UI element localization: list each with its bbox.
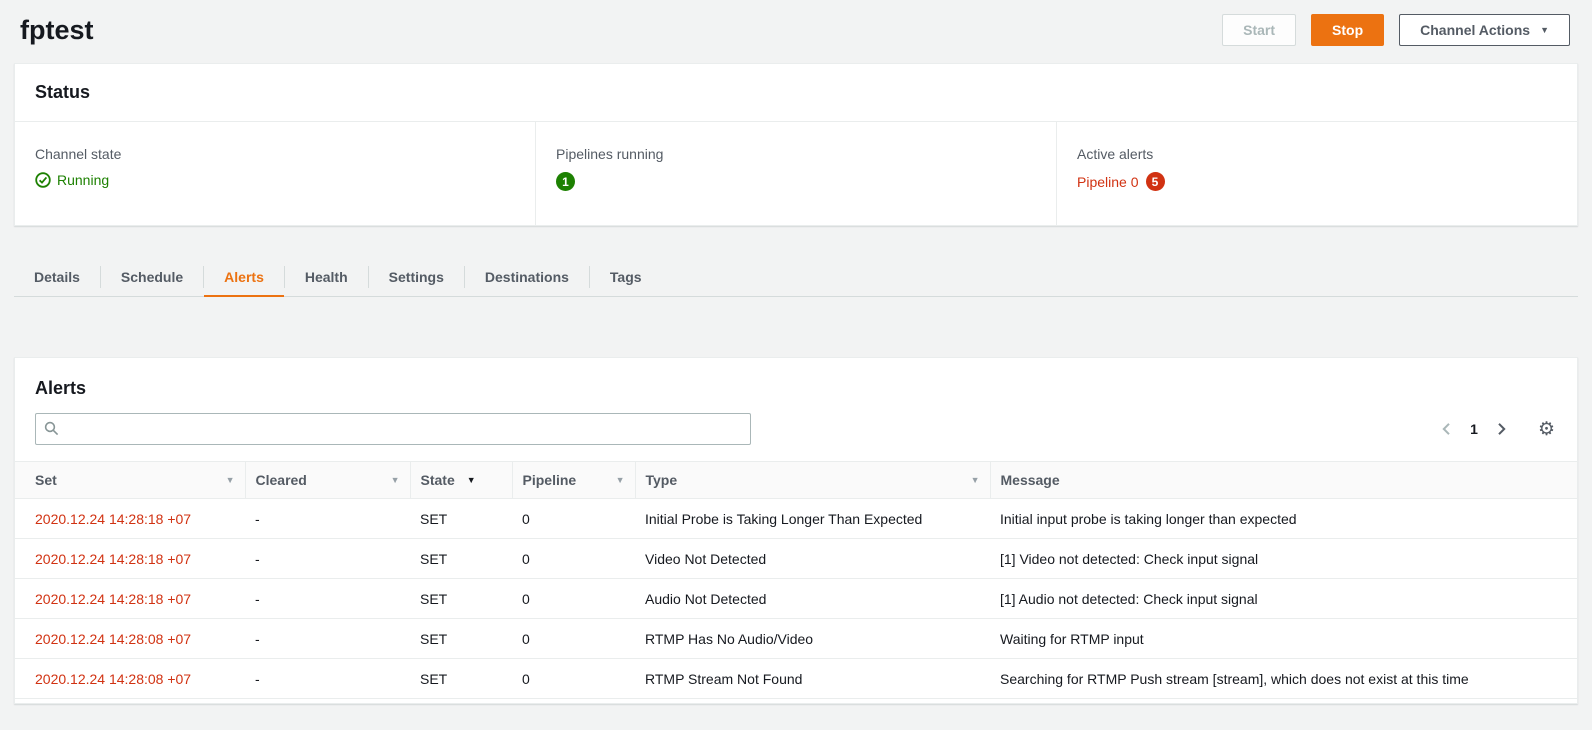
alert-message: Initial input probe is taking longer tha…	[990, 499, 1577, 539]
pipelines-running-column: Pipelines running 1	[535, 122, 1056, 225]
alert-pipeline: 0	[512, 659, 635, 699]
alert-type: Initial Probe is Taking Longer Than Expe…	[635, 499, 990, 539]
column-header-set[interactable]: Set ▼	[15, 462, 245, 499]
stop-button[interactable]: Stop	[1311, 14, 1384, 46]
tab-details[interactable]: Details	[14, 258, 100, 297]
column-header-label: Set	[35, 472, 57, 488]
status-body: Channel state Running Pipelines running …	[15, 122, 1577, 225]
column-header-label: State	[421, 472, 455, 488]
alert-pipeline: 0	[512, 619, 635, 659]
search-box	[35, 413, 751, 445]
channel-state-text: Running	[57, 172, 109, 188]
channel-actions-label: Channel Actions	[1420, 22, 1530, 38]
table-row: 2020.12.24 14:28:18 +07 - SET 0 Video No…	[15, 539, 1577, 579]
column-header-pipeline[interactable]: Pipeline ▼	[512, 462, 635, 499]
status-card-header: Status	[15, 64, 1577, 122]
page-header: fptest Start Stop Channel Actions ▼	[0, 0, 1592, 63]
alert-type: RTMP Stream Not Found	[635, 659, 990, 699]
tab-tags[interactable]: Tags	[590, 258, 662, 297]
alert-type: Audio Not Detected	[635, 579, 990, 619]
column-header-label: Type	[646, 472, 678, 488]
pipelines-running-badge: 1	[556, 172, 575, 191]
start-button[interactable]: Start	[1222, 14, 1296, 46]
tab-settings[interactable]: Settings	[369, 258, 464, 297]
alert-pipeline: 0	[512, 499, 635, 539]
alert-set-time: 2020.12.24 14:28:08 +07	[15, 619, 245, 659]
table-row: 2020.12.24 14:28:18 +07 - SET 0 Audio No…	[15, 579, 1577, 619]
alerts-table: Set ▼ Cleared ▼ State ▼	[15, 461, 1577, 699]
alert-message: Waiting for RTMP input	[990, 619, 1577, 659]
table-row: 2020.12.24 14:28:08 +07 - SET 0 RTMP Has…	[15, 619, 1577, 659]
column-header-state[interactable]: State ▼	[410, 462, 512, 499]
alert-cleared-time: -	[245, 619, 410, 659]
alert-pipeline: 0	[512, 579, 635, 619]
alerts-title: Alerts	[35, 378, 1557, 399]
tab-health[interactable]: Health	[285, 258, 368, 297]
alert-state: SET	[410, 539, 512, 579]
filter-caret-icon[interactable]: ▼	[391, 476, 400, 485]
caret-down-icon: ▼	[1540, 26, 1549, 35]
next-page-icon[interactable]	[1493, 421, 1509, 437]
channel-state-value: Running	[35, 172, 109, 188]
settings-gear-icon[interactable]: ⚙	[1538, 420, 1555, 439]
alert-cleared-time: -	[245, 539, 410, 579]
alert-set-time: 2020.12.24 14:28:18 +07	[15, 499, 245, 539]
column-header-label: Cleared	[256, 472, 307, 488]
status-title: Status	[35, 82, 1557, 103]
alert-state: SET	[410, 499, 512, 539]
alert-state: SET	[410, 619, 512, 659]
channel-actions-button[interactable]: Channel Actions ▼	[1399, 14, 1570, 46]
alert-type: Video Not Detected	[635, 539, 990, 579]
alert-set-time: 2020.12.24 14:28:18 +07	[15, 579, 245, 619]
search-input[interactable]	[35, 413, 751, 445]
alert-cleared-time: -	[245, 499, 410, 539]
column-header-message[interactable]: Message	[990, 462, 1577, 499]
alert-set-time: 2020.12.24 14:28:08 +07	[15, 659, 245, 699]
header-actions: Start Stop Channel Actions ▼	[1222, 14, 1570, 46]
previous-page-icon[interactable]	[1439, 421, 1455, 437]
check-circle-icon	[35, 172, 51, 188]
alert-cleared-time: -	[245, 579, 410, 619]
search-icon	[44, 421, 59, 439]
alerts-card: Alerts 1 ⚙	[14, 357, 1578, 704]
alert-message: [1] Audio not detected: Check input sign…	[990, 579, 1577, 619]
alert-state: SET	[410, 579, 512, 619]
current-page-number[interactable]: 1	[1470, 421, 1478, 437]
alert-pipeline: 0	[512, 539, 635, 579]
column-header-label: Message	[1001, 472, 1060, 488]
tab-alerts[interactable]: Alerts	[204, 258, 284, 297]
alerts-toolbar: 1 ⚙	[15, 399, 1577, 461]
active-alerts-column: Active alerts Pipeline 0 5	[1056, 122, 1577, 225]
channel-state-label: Channel state	[35, 146, 515, 162]
alert-message: Searching for RTMP Push stream [stream],…	[990, 659, 1577, 699]
page-title: fptest	[20, 15, 94, 46]
filter-caret-icon[interactable]: ▼	[971, 476, 980, 485]
alert-type: RTMP Has No Audio/Video	[635, 619, 990, 659]
tab-bar: Details Schedule Alerts Health Settings …	[14, 258, 1578, 297]
active-alerts-count-badge: 5	[1146, 172, 1165, 191]
alert-cleared-time: -	[245, 659, 410, 699]
alert-message: [1] Video not detected: Check input sign…	[990, 539, 1577, 579]
table-row: 2020.12.24 14:28:18 +07 - SET 0 Initial …	[15, 499, 1577, 539]
pipelines-running-label: Pipelines running	[556, 146, 1036, 162]
table-header-row: Set ▼ Cleared ▼ State ▼	[15, 462, 1577, 499]
sort-caret-icon[interactable]: ▼	[467, 476, 476, 485]
column-header-cleared[interactable]: Cleared ▼	[245, 462, 410, 499]
pipeline-0-alerts-link[interactable]: Pipeline 0	[1077, 174, 1139, 190]
column-header-type[interactable]: Type ▼	[635, 462, 990, 499]
table-row: 2020.12.24 14:28:08 +07 - SET 0 RTMP Str…	[15, 659, 1577, 699]
tab-schedule[interactable]: Schedule	[101, 258, 203, 297]
column-header-label: Pipeline	[523, 472, 577, 488]
pagination: 1 ⚙	[1439, 420, 1555, 439]
alert-state: SET	[410, 659, 512, 699]
filter-caret-icon[interactable]: ▼	[616, 476, 625, 485]
tab-destinations[interactable]: Destinations	[465, 258, 589, 297]
active-alerts-label: Active alerts	[1077, 146, 1557, 162]
alerts-card-header: Alerts	[15, 358, 1577, 399]
status-card: Status Channel state Running Pipelines r…	[14, 63, 1578, 226]
channel-state-column: Channel state Running	[15, 122, 535, 225]
alert-set-time: 2020.12.24 14:28:18 +07	[15, 539, 245, 579]
filter-caret-icon[interactable]: ▼	[226, 476, 235, 485]
